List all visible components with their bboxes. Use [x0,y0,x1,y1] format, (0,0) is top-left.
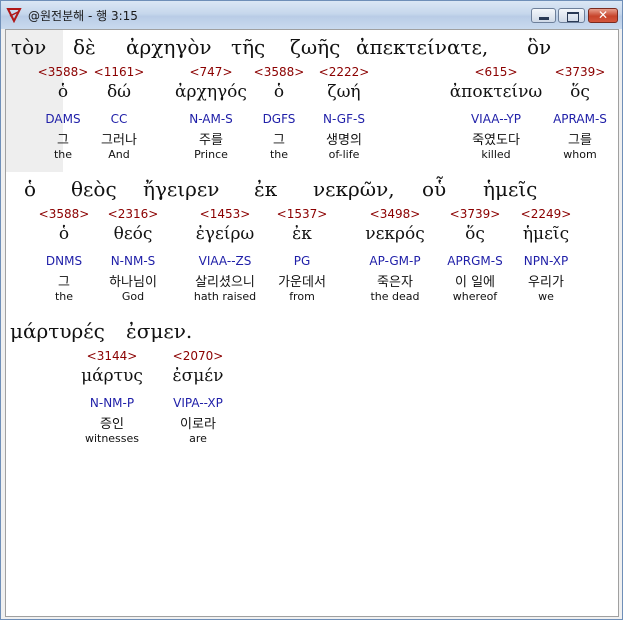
word-block[interactable]: νεκρῶν, <3498> νεκρός AP-GM-P 죽은자 the de… [311,172,425,314]
word-block[interactable]: ὃν <3739> ὅς APRAM-S 그를 whom [504,30,607,172]
lexical-form: ὅς [570,82,590,102]
title-bar[interactable]: @원전분해 - 행 3:15 ✕ [1,1,622,29]
app-icon [6,8,22,23]
minimize-button[interactable] [531,8,556,23]
parsing-code: APRAM-S [553,112,607,126]
minimize-icon [539,17,549,20]
word-block[interactable]: μάρτυρές <3144> μάρτυς N-NM-P 증인 witness… [6,314,143,456]
word-block[interactable]: δὲ <1161> δώ CC 그러나 And [61,30,144,172]
greek-word: ζωῆς [290,35,341,59]
word-block[interactable]: ὁ <3588> ὁ DNMS 그 the [6,172,89,314]
word-block[interactable]: θεὸς <2316> θεός N-NM-S 하나님이 God [65,172,158,314]
analysis-pane: τὸν <3588> ὁ DAMS 그 the δὲ <1161> δώ CC … [5,29,619,617]
korean-gloss: 그를 [568,133,592,148]
close-button[interactable]: ✕ [588,8,618,23]
word-block[interactable]: ἡμεῖς <2249> ἡμεῖς NPN-XP 우리가 we [482,172,571,314]
parsing-code: NPN-XP [523,254,569,268]
greek-word: ἐσμεν. [126,319,193,343]
maximize-icon [567,12,579,22]
greek-word: τῆς [231,35,266,59]
greek-word: θεὸς [71,177,117,201]
strongs-number: <3739> [554,65,606,79]
word-block[interactable]: ἀρχηγὸν <747> ἀρχηγός N-AM-S 주를 Prince [126,30,247,172]
word-block[interactable]: τῆς <3588> ὁ DGFS 그 the [221,30,304,172]
greek-word: ἡμεῖς [483,177,538,201]
word-block[interactable]: τὸν <3588> ὁ DAMS 그 the [6,30,88,172]
strongs-number: <2070> [172,349,224,363]
greek-word: ἀπεκτείνατε, [356,35,489,59]
word-block[interactable]: ἐκ <1537> ἐκ PG 가운데서 from [236,172,327,314]
window-title: @원전분해 - 행 3:15 [28,9,138,23]
greek-word: νεκρῶν, [313,177,395,201]
greek-word: ἤγειρεν [143,177,220,201]
app-window: @원전분해 - 행 3:15 ✕ τὸν <3588> ὁ DAMS 그 the… [0,0,623,620]
greek-word: ὃν [527,35,552,59]
word-block[interactable]: ζωῆς <2222> ζωή N-GF-S 생명의 of-life [286,30,369,172]
greek-word: ἀρχηγὸν [126,35,212,59]
greek-word: ἐκ [254,177,278,201]
maximize-button[interactable] [558,8,585,23]
korean-gloss: 이로라 [180,417,216,432]
english-gloss: are [189,432,207,445]
greek-word: μάρτυρές [10,319,105,343]
english-gloss: whom [563,148,597,161]
greek-word: ὁ [24,177,37,201]
english-gloss: we [538,290,554,303]
parsing-code: VIPA--XP [173,396,223,410]
word-block[interactable]: ἀπεκτείνατε, <615> ἀποκτείνω VIAA--YP 죽였… [356,30,542,172]
close-icon: ✕ [597,8,609,22]
word-block[interactable]: ἤγειρεν <1453> ἐγείρω VIAA--ZS 살리셨으니 hat… [141,172,256,314]
word-block[interactable]: οὗ <3739> ὅς APRGM-S 이 일에 whereof [403,172,503,314]
greek-word: τὸν [11,35,47,59]
korean-gloss: 우리가 [528,275,564,290]
greek-word: δὲ [73,35,96,59]
lexical-form: ἐσμέν [172,366,224,386]
word-block[interactable]: ἐσμεν. <2070> ἐσμέν VIPA--XP 이로라 are [124,314,223,456]
greek-word: οὗ [422,177,447,201]
strongs-number: <2249> [520,207,572,221]
lexical-form: ἡμεῖς [522,224,570,244]
